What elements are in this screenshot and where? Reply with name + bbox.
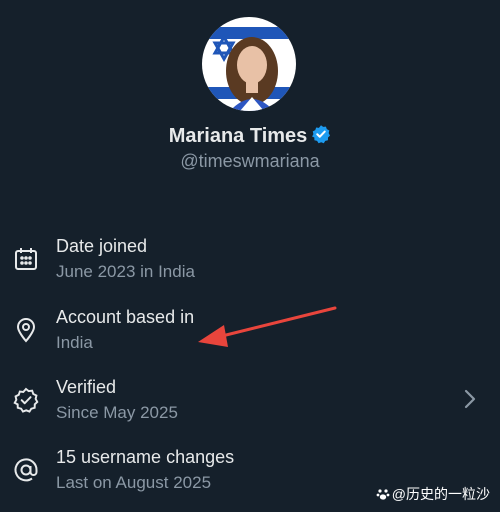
about-row-date-joined: Date joined June 2023 in India <box>0 236 500 292</box>
about-row-title: Account based in <box>56 307 195 327</box>
paw-icon <box>376 487 390 504</box>
at-sign-icon <box>13 457 39 483</box>
about-row-verified[interactable]: Verified Since May 2025 <box>0 377 500 433</box>
about-row-subtitle: June 2023 in India <box>56 262 195 281</box>
about-row-subtitle: Since May 2025 <box>56 403 178 422</box>
calendar-icon <box>13 246 39 272</box>
verified-outline-icon <box>13 387 39 413</box>
watermark-text: @历史的一粒沙 <box>391 486 490 502</box>
about-row-title: 15 username changes <box>56 447 235 467</box>
watermark: @历史的一粒沙 <box>376 484 490 504</box>
about-row-title: Date joined <box>56 236 148 256</box>
profile-avatar[interactable] <box>200 15 298 113</box>
about-row-subtitle: India <box>56 333 93 352</box>
about-row-title: Verified <box>56 377 117 397</box>
profile-name: Mariana Times <box>168 125 308 147</box>
chevron-right-icon[interactable] <box>462 387 478 411</box>
profile-name-row: Mariana Times <box>0 124 500 150</box>
profile-handle: @timeswmariana <box>180 151 320 171</box>
location-pin-icon <box>13 317 39 343</box>
verified-badge-icon <box>311 124 331 150</box>
annotation-arrow-icon <box>198 306 337 347</box>
about-row-subtitle: Last on August 2025 <box>56 473 212 492</box>
